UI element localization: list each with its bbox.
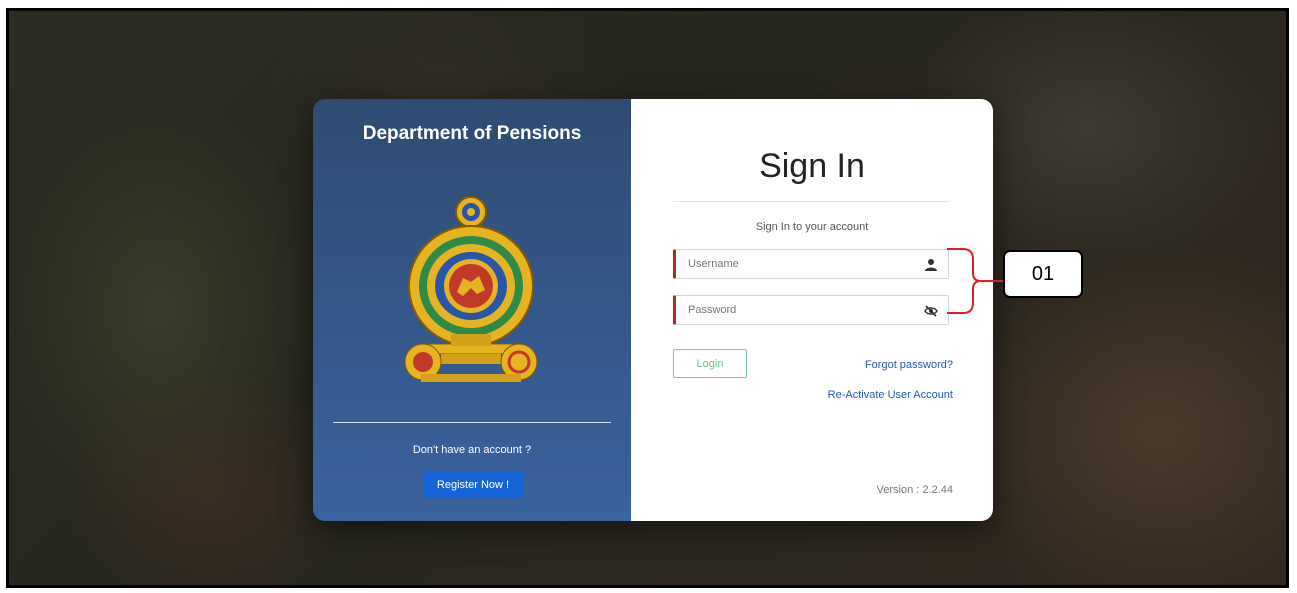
forgot-password-link[interactable]: Forgot password? [865, 359, 953, 371]
sri-lanka-emblem-icon [404, 196, 538, 382]
title-divider [673, 201, 949, 202]
background-photo: Department of Pensions Don't have an acc… [6, 8, 1289, 588]
login-button[interactable]: Login [673, 349, 747, 378]
sign-in-title: Sign In [759, 147, 865, 185]
password-field [673, 295, 949, 325]
register-now-button[interactable]: Register Now ! [423, 471, 523, 498]
sign-in-subtitle: Sign In to your account [755, 221, 869, 233]
version-label: Version : 2.2.44 [876, 484, 953, 496]
username-input[interactable] [676, 250, 918, 278]
password-input[interactable] [676, 296, 918, 324]
department-title: Department of Pensions [362, 123, 582, 144]
left-divider [333, 422, 611, 423]
login-card: Department of Pensions Don't have an acc… [313, 99, 993, 521]
username-field [673, 249, 949, 279]
user-icon [925, 259, 937, 271]
reactivate-account-link[interactable]: Re-Activate User Account [828, 389, 953, 401]
no-account-text: Don't have an account ? [412, 444, 532, 456]
right-panel: Sign In Sign In to your account Login [631, 99, 993, 521]
annotation-callout: 01 [1003, 250, 1083, 298]
left-panel: Department of Pensions Don't have an acc… [313, 99, 631, 521]
eye-slash-icon[interactable] [924, 304, 938, 318]
